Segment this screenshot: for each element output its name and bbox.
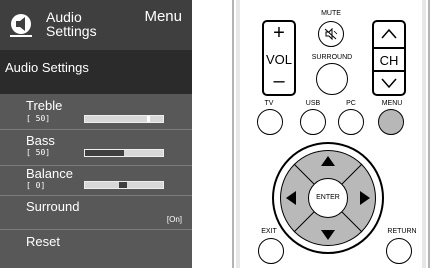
- channel-label: CH: [379, 53, 399, 68]
- bass-slider-fill: [85, 150, 124, 156]
- balance-slider-center: [119, 182, 127, 188]
- arrow-up-icon[interactable]: [321, 156, 335, 166]
- arrow-down-icon[interactable]: [321, 230, 335, 240]
- menu-item-treble[interactable]: Treble [ 50]: [0, 94, 192, 130]
- menu-item-balance[interactable]: Balance [ 0]: [0, 166, 192, 196]
- surround-button[interactable]: [316, 63, 348, 95]
- menu-header-title-line2: Settings: [46, 23, 97, 39]
- pc-button[interactable]: [338, 109, 364, 135]
- balance-slider[interactable]: [84, 181, 164, 189]
- menu-button[interactable]: [378, 109, 404, 135]
- surround-value: [On]: [166, 215, 182, 224]
- volume-up-button[interactable]: +: [264, 22, 294, 45]
- tv-button[interactable]: [257, 109, 283, 135]
- menu-header-title-line1: Audio: [46, 9, 82, 25]
- section-title: Audio Settings: [5, 60, 89, 75]
- enter-label: ENTER: [316, 194, 340, 201]
- menu-header-label: Menu: [144, 8, 182, 25]
- volume-label: VOL: [265, 52, 292, 67]
- menu-item-value: [ 50]: [26, 114, 51, 123]
- menu-header: Audio Settings Menu: [0, 0, 192, 50]
- menu-item-bass[interactable]: Bass [ 50]: [0, 130, 192, 166]
- tv-label: TV: [264, 100, 274, 107]
- menu-item-surround[interactable]: Surround [On]: [0, 196, 192, 230]
- remote-rail-right: [422, 0, 426, 268]
- channel-divider-top: [374, 47, 404, 49]
- menu-item-label: Treble: [26, 98, 63, 113]
- treble-slider-knob[interactable]: [147, 116, 150, 122]
- menu-item-value: [ 0]: [26, 181, 46, 190]
- usb-button[interactable]: [300, 109, 326, 135]
- channel-divider-bottom: [374, 70, 404, 72]
- tv-audio-menu: Audio Settings Menu Audio Settings Trebl…: [0, 0, 192, 268]
- exit-label: EXIT: [261, 228, 277, 235]
- menu-item-reset[interactable]: Reset: [0, 230, 192, 262]
- volume-down-button[interactable]: –: [264, 70, 294, 93]
- menu-item-label: Balance: [26, 166, 73, 181]
- menu-item-label: Surround: [26, 199, 80, 214]
- mute-button[interactable]: [318, 21, 344, 47]
- return-button[interactable]: [386, 238, 412, 264]
- channel-down-icon[interactable]: [374, 73, 404, 93]
- menu-header-title: Audio Settings: [46, 10, 97, 38]
- exit-button[interactable]: [258, 238, 284, 264]
- channel-rocker[interactable]: CH: [372, 20, 406, 96]
- return-label: RETURN: [387, 228, 417, 235]
- bass-slider[interactable]: [84, 149, 164, 157]
- menu-label: MENU: [381, 100, 403, 107]
- treble-slider[interactable]: [84, 115, 164, 123]
- channel-up-icon[interactable]: [374, 24, 404, 44]
- remote-control: + VOL – MUTE SURROUND CH TV USB PC MENU: [232, 0, 430, 268]
- menu-item-value: [ 50]: [26, 148, 51, 157]
- mute-icon: [324, 27, 338, 41]
- menu-item-label: Reset: [26, 234, 60, 249]
- menu-item-label: Bass: [26, 133, 55, 148]
- mute-label: MUTE: [321, 10, 341, 17]
- speaker-icon: [10, 14, 32, 37]
- remote-rail-left: [236, 0, 240, 268]
- pc-label: PC: [346, 100, 356, 107]
- section-title-bar: Audio Settings: [0, 50, 192, 94]
- volume-rocker[interactable]: + VOL –: [262, 20, 296, 96]
- arrow-right-icon[interactable]: [360, 191, 370, 205]
- arrow-left-icon[interactable]: [286, 191, 296, 205]
- dpad[interactable]: ENTER: [272, 142, 384, 254]
- enter-button[interactable]: ENTER: [308, 178, 348, 218]
- usb-label: USB: [305, 100, 321, 107]
- surround-label: SURROUND: [311, 54, 353, 61]
